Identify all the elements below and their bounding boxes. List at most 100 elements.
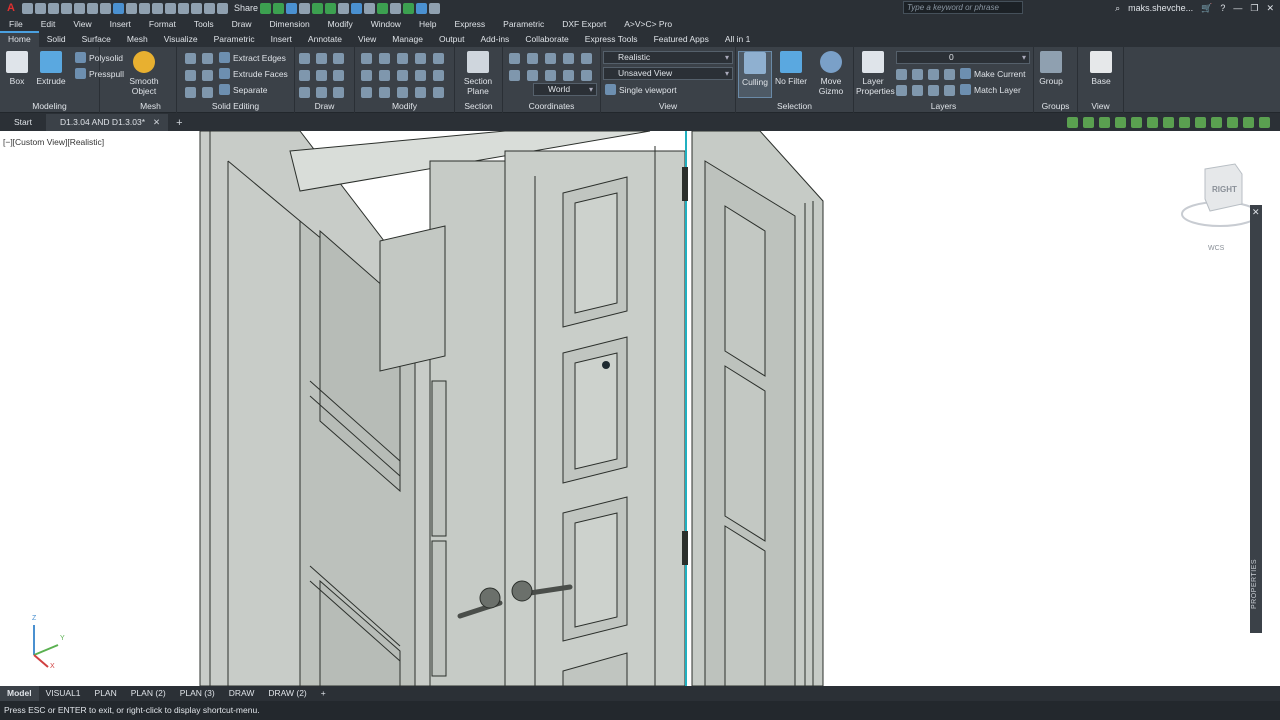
express-tool-icon[interactable] (273, 2, 285, 14)
menu-view[interactable]: View (64, 19, 100, 29)
tab-parametric[interactable]: Parametric (206, 31, 263, 47)
ucs-3point-icon[interactable] (563, 53, 574, 64)
layout-tab-draw[interactable]: DRAW (222, 686, 262, 701)
panel-title-view-base[interactable]: View (1078, 101, 1123, 111)
layout-tab-draw-2[interactable]: DRAW (2) (261, 686, 313, 701)
new-tab-icon[interactable]: + (176, 117, 182, 129)
named-view-combo[interactable]: Unsaved View (603, 67, 733, 80)
tab-mesh[interactable]: Mesh (119, 31, 156, 47)
copy-icon[interactable] (379, 53, 390, 64)
tool-icon[interactable] (1131, 117, 1142, 128)
tab-collaborate[interactable]: Collaborate (517, 31, 576, 47)
express-tool-icon[interactable] (325, 2, 337, 14)
ucs-y-icon[interactable] (527, 70, 538, 81)
menu-help[interactable]: Help (410, 19, 445, 29)
layer-on-icon[interactable] (896, 85, 907, 96)
panel-title-view[interactable]: View (601, 101, 735, 111)
polygon-icon[interactable] (299, 87, 310, 98)
menu-tools[interactable]: Tools (185, 19, 223, 29)
tab-solid[interactable]: Solid (39, 31, 74, 47)
offset-icon[interactable] (379, 87, 390, 98)
tab-add-ins[interactable]: Add-ins (472, 31, 517, 47)
subtract-icon[interactable] (202, 53, 213, 64)
tool-icon[interactable] (1099, 117, 1110, 128)
tab-all-in-1[interactable]: All in 1 (717, 31, 759, 47)
viewcube-face-label[interactable]: RIGHT (1212, 185, 1237, 194)
section-plane-button[interactable]: Section Plane (461, 51, 495, 96)
tool-icon[interactable] (1179, 117, 1190, 128)
menu-dxf-export[interactable]: DXF Export (553, 19, 615, 29)
circle-icon[interactable] (333, 70, 344, 81)
rectangle-icon[interactable] (316, 87, 327, 98)
express-tool-icon[interactable] (286, 2, 298, 14)
panel-title-modify[interactable]: Modify (355, 101, 454, 111)
layout-tab-plan-2[interactable]: PLAN (2) (124, 686, 173, 701)
make-current-button[interactable]: Make Current (960, 68, 1026, 79)
save-as-icon[interactable] (61, 2, 72, 14)
extrude-button[interactable]: Extrude (34, 51, 68, 86)
tab-manage[interactable]: Manage (384, 31, 431, 47)
layer-freeze-icon[interactable] (928, 69, 939, 80)
redo-icon[interactable] (100, 2, 111, 14)
ucs-view-icon[interactable] (581, 53, 592, 64)
smooth-object-button[interactable]: Smooth Object (127, 51, 161, 96)
tool-icon[interactable] (1211, 117, 1222, 128)
arc-icon[interactable] (333, 53, 344, 64)
tool-icon[interactable] (1083, 117, 1094, 128)
panel-title-groups[interactable]: Groups (1034, 101, 1077, 111)
layer-thaw-icon[interactable] (928, 85, 939, 96)
tool-icon[interactable] (1067, 117, 1078, 128)
express-tool-icon[interactable] (429, 2, 441, 14)
union-icon[interactable] (185, 53, 196, 64)
polysolid-button[interactable]: Polysolid (75, 52, 123, 63)
join-icon[interactable] (415, 87, 426, 98)
doc-tab-start[interactable]: Start (0, 114, 46, 131)
tab-home[interactable]: Home (0, 31, 39, 47)
layer-unlock-icon[interactable] (944, 85, 955, 96)
base-button[interactable]: Base (1084, 51, 1118, 86)
panel-title-solid-editing[interactable]: Solid Editing (177, 101, 294, 111)
ucs-object-icon[interactable] (563, 70, 574, 81)
zoom-icon[interactable] (152, 2, 163, 14)
menu-dimension[interactable]: Dimension (261, 19, 319, 29)
close-tab-icon[interactable]: ✕ (153, 117, 160, 127)
menu-insert[interactable]: Insert (101, 19, 140, 29)
express-tool-icon[interactable] (364, 2, 376, 14)
panel-title-selection[interactable]: Selection (736, 101, 853, 111)
tab-view[interactable]: View (350, 31, 384, 47)
panel-title-modeling[interactable]: Modeling (0, 101, 99, 111)
help-search-input[interactable]: Type a keyword or phrase (903, 1, 1023, 14)
doc-tab-drawing[interactable]: D1.3.04 AND D1.3.03* ✕ (45, 114, 169, 131)
help-icon[interactable]: ? (1220, 3, 1225, 13)
express-tool-icon[interactable] (338, 2, 350, 14)
undo-icon[interactable] (87, 2, 98, 14)
properties-palette-bar[interactable]: ✕ PROPERTIES (1250, 205, 1262, 633)
menu-avc-pro[interactable]: A>V>C> Pro (615, 19, 681, 29)
menu-file[interactable]: File (0, 19, 32, 29)
ucs-face-icon[interactable] (581, 70, 592, 81)
ucs-combo[interactable]: World (533, 83, 597, 96)
open-file-icon[interactable] (35, 2, 46, 14)
tab-insert[interactable]: Insert (263, 31, 300, 47)
break-icon[interactable] (433, 87, 444, 98)
move-icon[interactable] (361, 53, 372, 64)
layout-tab-model[interactable]: Model (0, 686, 39, 701)
tab-annotate[interactable]: Annotate (300, 31, 350, 47)
ucs-origin-icon[interactable] (545, 53, 556, 64)
search-icon[interactable]: ⌕ (1115, 3, 1120, 14)
layer-isolate-icon[interactable] (912, 69, 923, 80)
express-tool-icon[interactable] (416, 2, 428, 14)
panel-title-draw[interactable]: Draw (295, 101, 354, 111)
menu-format[interactable]: Format (140, 19, 185, 29)
menu-edit[interactable]: Edit (32, 19, 65, 29)
layout-tab-plan-3[interactable]: PLAN (3) (173, 686, 222, 701)
menu-express[interactable]: Express (445, 19, 494, 29)
erase-icon[interactable] (433, 70, 444, 81)
intersect-icon[interactable] (185, 70, 196, 81)
move-gizmo-button[interactable]: Move Gizmo (814, 51, 848, 96)
panel-title-layers[interactable]: Layers (854, 101, 1033, 111)
tool-icon[interactable] (1259, 117, 1270, 128)
drawing-viewport[interactable]: [−][Custom View][Realistic] RIGHT WCS ✕ … (0, 131, 1280, 686)
match-layer-button[interactable]: Match Layer (960, 84, 1021, 95)
layer-icon[interactable] (191, 2, 202, 14)
